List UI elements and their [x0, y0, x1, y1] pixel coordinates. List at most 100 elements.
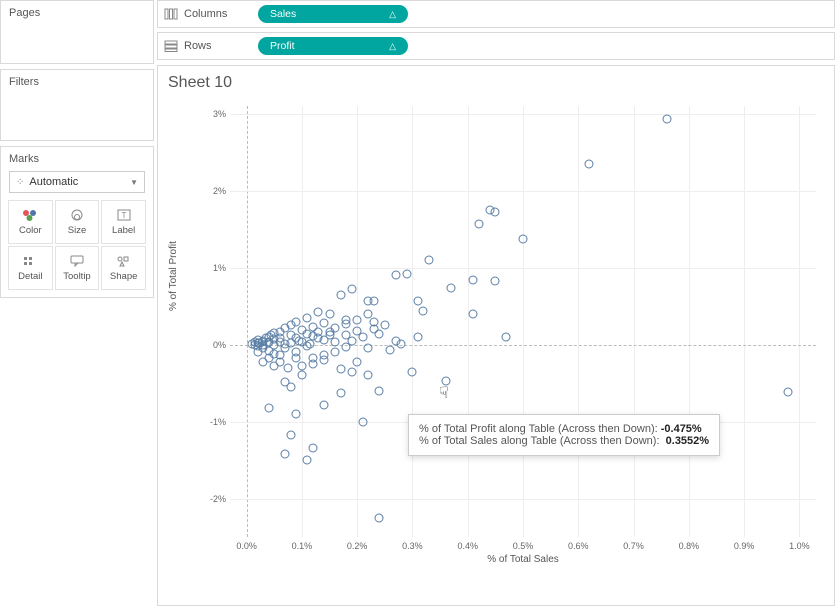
data-point[interactable] [369, 297, 378, 306]
columns-shelf[interactable]: Columns Sales △ [157, 0, 835, 28]
chart-area[interactable]: % of Total Profit % of Total Sales 0.0%0… [188, 106, 824, 575]
mark-type-value: Automatic [29, 176, 78, 188]
data-point[interactable] [308, 359, 317, 368]
data-point[interactable] [303, 456, 312, 465]
x-tick: 0.1% [292, 541, 313, 551]
shape-icon [115, 254, 133, 268]
data-point[interactable] [286, 431, 295, 440]
y-tick: 1% [200, 263, 226, 273]
data-point[interactable] [369, 317, 378, 326]
data-point[interactable] [347, 285, 356, 294]
x-axis-title[interactable]: % of Total Sales [487, 554, 559, 565]
data-point[interactable] [303, 314, 312, 323]
cursor-icon: ☟ [439, 383, 449, 403]
y-tick: -1% [200, 417, 226, 427]
detail-icon [21, 254, 39, 268]
data-point[interactable] [585, 159, 594, 168]
data-point[interactable] [364, 344, 373, 353]
data-point[interactable] [358, 332, 367, 341]
data-point[interactable] [297, 371, 306, 380]
data-point[interactable] [402, 269, 411, 278]
data-point[interactable] [347, 367, 356, 376]
filters-panel[interactable]: Filters [0, 69, 154, 141]
data-point[interactable] [491, 276, 500, 285]
x-tick: 0.9% [734, 541, 755, 551]
data-point[interactable] [425, 255, 434, 264]
data-point[interactable] [281, 449, 290, 458]
data-point[interactable] [336, 389, 345, 398]
data-point[interactable] [264, 403, 273, 412]
data-point[interactable] [314, 308, 323, 317]
data-point[interactable] [325, 309, 334, 318]
data-point[interactable] [408, 367, 417, 376]
data-point[interactable] [264, 354, 273, 363]
y-axis-title[interactable]: % of Total Profit [168, 241, 179, 311]
data-point[interactable] [281, 339, 290, 348]
marks-detail[interactable]: Detail [8, 246, 53, 290]
data-point[interactable] [286, 382, 295, 391]
data-point[interactable] [331, 337, 340, 346]
data-point[interactable] [391, 271, 400, 280]
data-point[interactable] [380, 321, 389, 330]
data-point[interactable] [413, 332, 422, 341]
marks-label[interactable]: T Label [101, 200, 146, 244]
data-point[interactable] [375, 513, 384, 522]
data-point[interactable] [353, 315, 362, 324]
data-point[interactable] [469, 275, 478, 284]
chevron-down-icon: ▼ [130, 178, 138, 187]
data-point[interactable] [314, 327, 323, 336]
data-point[interactable] [353, 357, 362, 366]
data-point[interactable] [308, 444, 317, 453]
data-point[interactable] [331, 323, 340, 332]
data-point[interactable] [391, 336, 400, 345]
data-point[interactable] [469, 309, 478, 318]
data-point[interactable] [502, 332, 511, 341]
data-point[interactable] [474, 219, 483, 228]
data-point[interactable] [258, 337, 267, 346]
data-point[interactable] [306, 339, 315, 348]
filters-label: Filters [1, 70, 153, 94]
data-point[interactable] [447, 283, 456, 292]
data-point[interactable] [336, 365, 345, 374]
data-point[interactable] [295, 336, 304, 345]
data-point[interactable] [297, 362, 306, 371]
data-point[interactable] [784, 388, 793, 397]
data-point[interactable] [519, 235, 528, 244]
data-point[interactable] [284, 363, 293, 372]
table-calc-icon: △ [389, 41, 396, 52]
data-point[interactable] [331, 348, 340, 357]
mark-type-select[interactable]: ⁘ Automatic ▼ [9, 171, 145, 193]
data-point[interactable] [319, 319, 328, 328]
sheet-title[interactable]: Sheet 10 [168, 74, 824, 92]
marks-tooltip[interactable]: Tooltip [55, 246, 100, 290]
data-point[interactable] [662, 115, 671, 124]
data-point[interactable] [413, 296, 422, 305]
data-point[interactable] [375, 329, 384, 338]
data-point[interactable] [336, 290, 345, 299]
scatter-plot[interactable]: % of Total Sales 0.0%0.1%0.2%0.3%0.4%0.5… [230, 106, 816, 537]
viz-container: Sheet 10 % of Total Profit % of Total Sa… [157, 65, 835, 606]
marks-color[interactable]: Color [8, 200, 53, 244]
data-point[interactable] [491, 208, 500, 217]
data-point[interactable] [364, 371, 373, 380]
data-point[interactable] [275, 357, 284, 366]
data-point[interactable] [419, 307, 428, 316]
data-point[interactable] [358, 417, 367, 426]
data-point[interactable] [342, 315, 351, 324]
y-tick: 0% [200, 340, 226, 350]
x-tick: 0.0% [236, 541, 257, 551]
data-point[interactable] [375, 386, 384, 395]
data-point[interactable] [286, 330, 295, 339]
data-point[interactable] [386, 345, 395, 354]
data-point[interactable] [292, 409, 301, 418]
rows-pill[interactable]: Profit △ [258, 37, 408, 55]
data-point[interactable] [441, 377, 450, 386]
pages-panel[interactable]: Pages [0, 0, 154, 64]
marks-size[interactable]: Size [55, 200, 100, 244]
marks-shape[interactable]: Shape [101, 246, 146, 290]
data-point[interactable] [319, 400, 328, 409]
data-point[interactable] [319, 355, 328, 364]
rows-shelf[interactable]: Rows Profit △ [157, 32, 835, 60]
columns-pill[interactable]: Sales △ [258, 5, 408, 23]
data-point[interactable] [347, 336, 356, 345]
